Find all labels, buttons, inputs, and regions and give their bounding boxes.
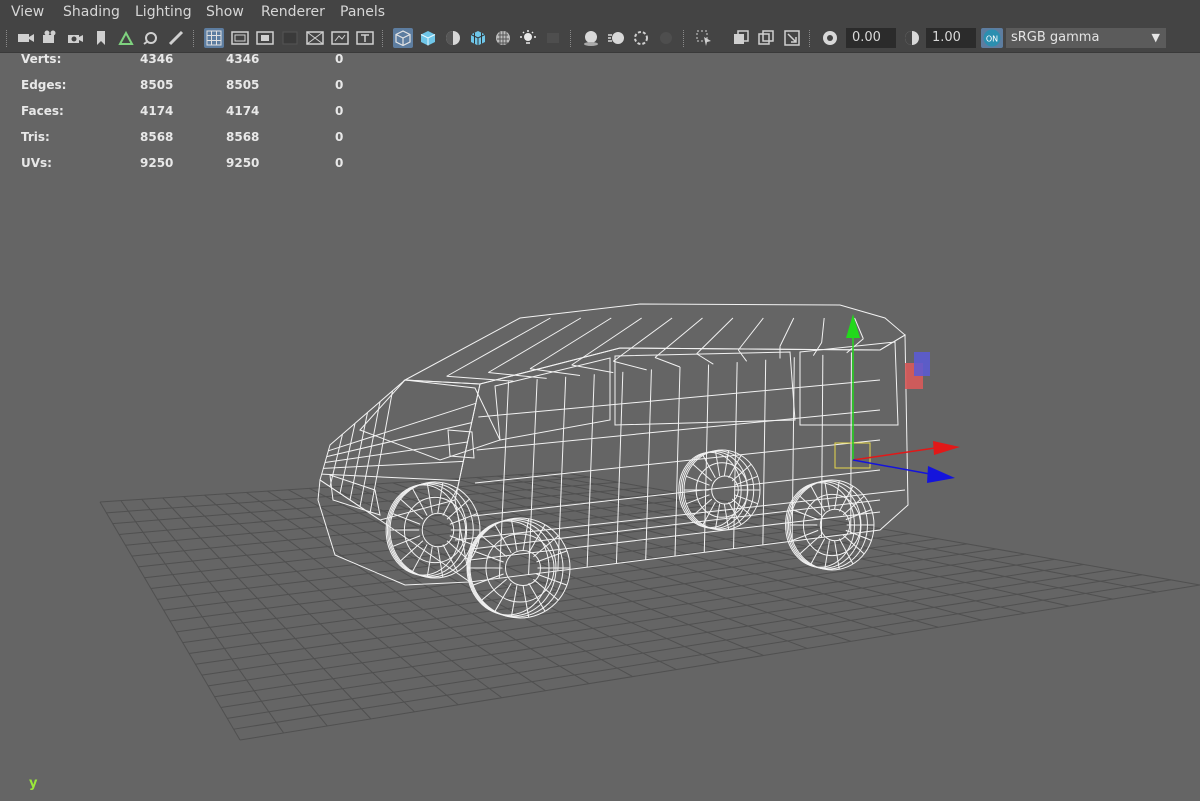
- menu-lighting[interactable]: Lighting: [135, 4, 192, 20]
- hud-row-label: Tris:: [21, 130, 50, 144]
- hud-row-value: 0: [335, 52, 344, 66]
- isolate-select-icon[interactable]: [694, 28, 714, 48]
- gamma-field[interactable]: 1.00: [926, 28, 976, 48]
- hud-row-value: 9250: [226, 156, 260, 170]
- menu-show[interactable]: Show: [206, 4, 244, 20]
- hud-row-label: Verts:: [21, 52, 62, 66]
- wireframe-icon[interactable]: [393, 28, 413, 48]
- hud-row-value: 0: [335, 78, 344, 92]
- safe-title-icon[interactable]: [355, 28, 375, 48]
- panel-menubar: View Shading Lighting Show Renderer Pane…: [0, 0, 1200, 25]
- viewport-3d[interactable]: [0, 52, 1200, 801]
- camera-select-icon[interactable]: [16, 28, 36, 48]
- hud-row-value: 4346: [226, 52, 260, 66]
- toolbar-separator: [193, 30, 196, 47]
- hud-row-value: 8568: [140, 130, 174, 144]
- view-axis-indicator: y: [29, 776, 38, 791]
- field-chart-icon[interactable]: [305, 28, 325, 48]
- hud-row-label: Edges:: [21, 78, 67, 92]
- screen-space-ao-icon[interactable]: [581, 28, 601, 48]
- hud-row-label: UVs:: [21, 156, 52, 170]
- default-material-icon[interactable]: [443, 28, 463, 48]
- hud-row-value: 8505: [140, 78, 174, 92]
- depth-of-field-icon[interactable]: [656, 28, 676, 48]
- backface-culling-icon[interactable]: [782, 28, 802, 48]
- exposure-icon[interactable]: [820, 28, 840, 48]
- hud-row-value: 9250: [140, 156, 174, 170]
- film-gate-icon[interactable]: [230, 28, 250, 48]
- color-management-badge: ON: [986, 35, 998, 44]
- toolbar-separator: [809, 30, 812, 47]
- gamma-icon[interactable]: [902, 28, 922, 48]
- textured-icon[interactable]: [493, 28, 513, 48]
- panel-toolbar: 0.00 1.00 ON sRGB gamma ▼: [0, 25, 1200, 53]
- hud-row-label: Faces:: [21, 104, 64, 118]
- grid-icon[interactable]: [204, 28, 224, 48]
- wireframe-on-shaded-icon[interactable]: [468, 28, 488, 48]
- shadows-icon[interactable]: [543, 28, 563, 48]
- safe-action-icon[interactable]: [330, 28, 350, 48]
- menu-view[interactable]: View: [11, 4, 44, 20]
- hud-row-value: 8505: [226, 78, 260, 92]
- viewport-canvas[interactable]: [0, 52, 1200, 801]
- camera-attributes-icon[interactable]: [40, 28, 60, 48]
- hud-row-value: 0: [335, 156, 344, 170]
- motion-blur-icon[interactable]: [606, 28, 626, 48]
- x-ray-icon[interactable]: [731, 28, 751, 48]
- toolbar-separator: [570, 30, 573, 47]
- toolbar-separator: [6, 30, 9, 47]
- colorspace-dropdown[interactable]: sRGB gamma ▼: [1006, 28, 1166, 48]
- resolution-gate-icon[interactable]: [255, 28, 275, 48]
- 2d-pan-zoom-icon[interactable]: [141, 28, 161, 48]
- toolbar-separator: [683, 30, 686, 47]
- ground-grid: [99, 471, 1200, 741]
- use-all-lights-icon[interactable]: [518, 28, 538, 48]
- grease-pencil-icon[interactable]: [166, 28, 186, 48]
- camera-bookmark-icon[interactable]: [65, 28, 85, 48]
- anti-aliasing-icon[interactable]: [631, 28, 651, 48]
- hud-row-value: 4174: [140, 104, 174, 118]
- toolbar-separator: [382, 30, 385, 47]
- image-plane-icon[interactable]: [116, 28, 136, 48]
- hud-row-value: 8568: [226, 130, 260, 144]
- van-wireframe-model[interactable]: [317, 303, 909, 619]
- menu-renderer[interactable]: Renderer: [261, 4, 325, 20]
- hud-row-value: 4346: [140, 52, 174, 66]
- hud-row-value: 4174: [226, 104, 260, 118]
- x-ray-joints-icon[interactable]: [756, 28, 776, 48]
- menu-panels[interactable]: Panels: [340, 4, 385, 20]
- hud-row-value: 0: [335, 104, 344, 118]
- gate-mask-icon[interactable]: [280, 28, 300, 48]
- bookmark-icon[interactable]: [91, 28, 111, 48]
- menu-shading[interactable]: Shading: [63, 4, 120, 20]
- smooth-shade-icon[interactable]: [418, 28, 438, 48]
- colorspace-label: sRGB gamma: [1011, 30, 1100, 45]
- color-management-toggle[interactable]: ON: [981, 28, 1003, 48]
- hud-row-value: 0: [335, 130, 344, 144]
- exposure-field[interactable]: 0.00: [846, 28, 896, 48]
- chevron-down-icon: ▼: [1151, 31, 1160, 44]
